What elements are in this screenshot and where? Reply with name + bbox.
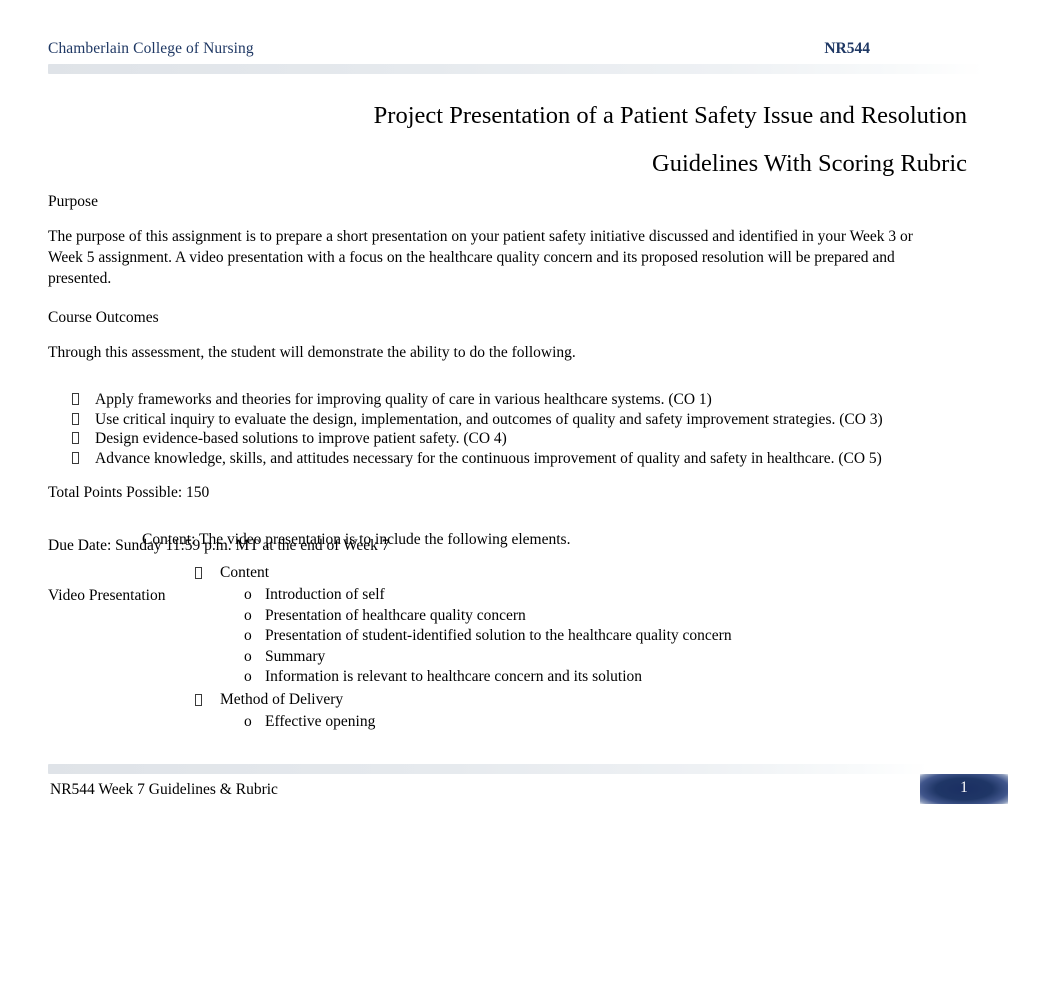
list-group-label: Method of Delivery [220,690,344,708]
course-outcomes-heading: Course Outcomes [48,309,159,326]
sub-list-item: o Presentation of student-identified sol… [48,626,948,647]
list-group-label: Content [220,564,270,581]
page-number: 1 [960,779,968,797]
footer-divider-rule [48,764,928,774]
circle-bullet-icon: o [244,627,252,644]
list-group-heading: Method of Delivery [48,688,948,712]
total-points-line: Total Points Possible: 150 [48,484,210,502]
document-title: Project Presentation of a Patient Safety… [48,92,967,188]
circle-bullet-icon: o [244,668,252,685]
sub-list-item: o Information is relevant to healthcare … [48,667,948,688]
list-item-label: Apply frameworks and theories for improv… [95,391,712,408]
sub-list-item-label: Information is relevant to healthcare co… [265,668,643,685]
header-course-code: NR544 [824,40,870,57]
circle-bullet-icon: o [244,606,252,624]
document-page: Chamberlain College of Nursing NR544 Pro… [0,0,1062,1006]
list-item: Design evidence-based solutions to impro… [48,429,948,449]
page-number-badge: 1 [920,774,1008,804]
sub-list-item-label: Presentation of healthcare quality conce… [265,606,526,624]
course-outcomes-list: Apply frameworks and theories for improv… [48,390,948,468]
sub-list-item: o Effective opening [48,712,948,733]
document-body: Purpose The purpose of this assignment i… [48,192,948,620]
list-group-heading: Content [48,561,948,585]
list-item: Advance knowledge, skills, and attitudes… [48,449,948,469]
list-item-label: Design evidence-based solutions to impro… [95,430,507,448]
square-bullet-icon [195,693,202,706]
presentation-elements-list: Content o Introduction of self o Present… [48,561,948,732]
document-header: Chamberlain College of Nursing NR544 [48,40,982,62]
content-elements-intro: Content: The video presentation is to in… [142,531,571,548]
square-bullet-icon [72,412,79,425]
header-divider-rule [48,64,984,74]
sub-list-item-label: Presentation of student-identified solut… [265,627,732,644]
list-item-label: Advance knowledge, skills, and attitudes… [95,449,882,467]
sub-list-item-label: Summary [265,647,326,665]
header-institution-name: Chamberlain College of Nursing [48,40,254,57]
purpose-heading: Purpose [48,193,98,210]
square-bullet-icon [195,567,202,579]
square-bullet-icon [72,393,79,405]
purpose-paragraph: The purpose of this assignment is to pre… [48,228,913,287]
circle-bullet-icon: o [244,586,252,603]
course-outcomes-intro: Through this assessment, the student wil… [48,344,576,361]
list-item: Use critical inquiry to evaluate the des… [48,410,948,430]
footer-label: NR544 Week 7 Guidelines & Rubric [50,781,278,798]
square-bullet-icon [72,432,79,445]
sub-list-item-label: Introduction of self [265,586,385,603]
circle-bullet-icon: o [244,647,252,665]
title-line-secondary: Guidelines With Scoring Rubric [652,150,967,177]
sub-list-item-label: Effective opening [265,712,376,730]
sub-list-item: o Presentation of healthcare quality con… [48,606,948,627]
circle-bullet-icon: o [244,712,252,730]
title-line-primary: Project Presentation of a Patient Safety… [373,102,967,129]
list-item: Apply frameworks and theories for improv… [48,390,948,410]
square-bullet-icon [72,451,79,464]
sub-list-item: o Summary [48,647,948,668]
sub-list-item: o Introduction of self [48,585,948,606]
list-item-label: Use critical inquiry to evaluate the des… [95,410,883,428]
